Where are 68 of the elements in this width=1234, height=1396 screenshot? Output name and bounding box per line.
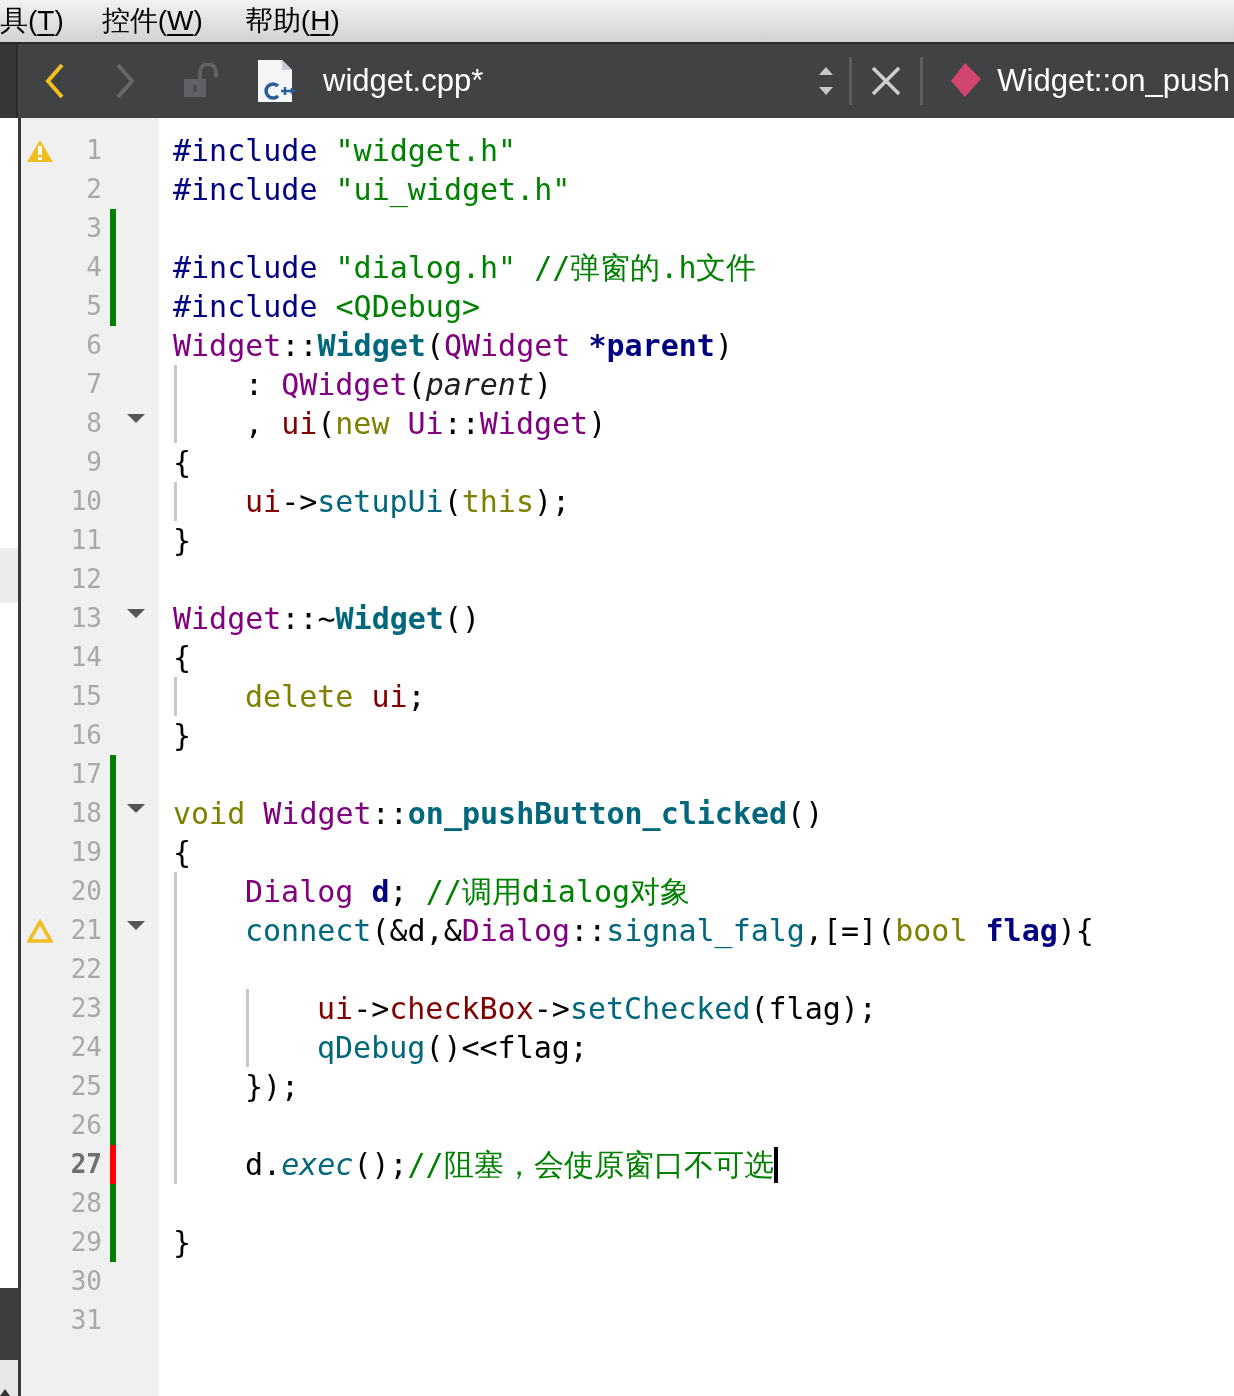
line-number: 17 bbox=[69, 758, 102, 791]
line-number: 25 bbox=[69, 1070, 102, 1103]
fold-arrow-icon[interactable] bbox=[127, 414, 145, 423]
line-number: 4 bbox=[85, 251, 102, 284]
code-line: Widget::~Widget() bbox=[173, 600, 481, 638]
fold-arrow-icon[interactable] bbox=[127, 921, 145, 930]
sort-arrows-icon[interactable] bbox=[817, 65, 836, 97]
line-number: 28 bbox=[69, 1187, 102, 1220]
code-line: Widget::Widget(QWidget *parent) bbox=[173, 327, 733, 365]
line-number: 6 bbox=[85, 329, 102, 362]
code-line: delete ui; bbox=[245, 678, 426, 716]
code-line: } bbox=[173, 1224, 192, 1262]
line-number: 3 bbox=[85, 212, 102, 245]
code-line: d.exec();//阻塞，会使原窗口不可选 bbox=[245, 1145, 778, 1184]
line-number: 10 bbox=[69, 485, 102, 518]
line-number: 21 bbox=[69, 914, 102, 947]
line-number: 2 bbox=[85, 173, 102, 206]
line-number: 23 bbox=[69, 992, 102, 1025]
fold-arrow-icon[interactable] bbox=[127, 804, 145, 813]
line-number: 16 bbox=[69, 719, 102, 752]
code-line: #include "widget.h" bbox=[173, 132, 517, 170]
cpp-file-icon bbox=[256, 58, 296, 104]
menu-item[interactable]: 帮助(H) bbox=[244, 0, 340, 42]
code-line: #include "dialog.h" //弹窗的.h文件 bbox=[173, 249, 757, 287]
line-number: 29 bbox=[69, 1226, 102, 1259]
code-line: , ui(new Ui::Widget) bbox=[245, 405, 607, 443]
line-number: 9 bbox=[85, 446, 102, 479]
code-line: ui->checkBox->setChecked(flag); bbox=[317, 990, 877, 1028]
menu-item[interactable]: 具(T) bbox=[0, 0, 64, 42]
code-line: { bbox=[173, 639, 192, 677]
code-line: qDebug()<<flag; bbox=[317, 1029, 588, 1067]
code-line: ui->setupUi(this); bbox=[245, 483, 571, 521]
menu-item[interactable]: 控件(W) bbox=[101, 0, 203, 42]
code-line: Dialog d; //调用dialog对象 bbox=[245, 873, 691, 911]
code-line: { bbox=[173, 444, 192, 482]
code-line: connect(&d,&Dialog::signal_falg,[=](bool flag){ bbox=[245, 912, 1094, 950]
code-line: { bbox=[173, 834, 192, 872]
line-number: 15 bbox=[69, 680, 102, 713]
line-number: 26 bbox=[69, 1109, 102, 1142]
line-number: 14 bbox=[69, 641, 102, 674]
file-name[interactable]: widget.cpp* bbox=[323, 57, 484, 105]
code-line: : QWidget(parent) bbox=[245, 366, 553, 404]
line-number: 24 bbox=[69, 1031, 102, 1064]
line-number: 5 bbox=[85, 290, 102, 323]
side-panel bbox=[0, 548, 18, 603]
symbol-selector[interactable]: Widget::on_push bbox=[997, 57, 1230, 105]
line-number: 11 bbox=[69, 524, 102, 557]
line-number: 19 bbox=[69, 836, 102, 869]
line-number: 7 bbox=[85, 368, 102, 401]
line-number: 30 bbox=[69, 1265, 102, 1298]
line-number: 8 bbox=[85, 407, 102, 440]
code-line: } bbox=[173, 522, 192, 560]
line-number: 1 bbox=[85, 134, 102, 167]
code-line: #include <QDebug> bbox=[173, 288, 481, 326]
line-number: 22 bbox=[69, 953, 102, 986]
diamond-icon bbox=[951, 63, 984, 99]
line-number: 12 bbox=[69, 563, 102, 596]
line-number: 13 bbox=[69, 602, 102, 635]
line-number: 18 bbox=[69, 797, 102, 830]
line-number: 31 bbox=[69, 1304, 102, 1337]
code-line: }); bbox=[245, 1068, 300, 1106]
code-line: #include "ui_widget.h" bbox=[173, 171, 571, 209]
line-number: 20 bbox=[69, 875, 102, 908]
code-line: void Widget::on_pushButton_clicked() bbox=[173, 795, 824, 833]
fold-arrow-icon[interactable] bbox=[127, 609, 145, 618]
close-icon[interactable] bbox=[870, 65, 903, 97]
line-number: 27 bbox=[69, 1148, 102, 1181]
code-line: } bbox=[173, 717, 192, 755]
